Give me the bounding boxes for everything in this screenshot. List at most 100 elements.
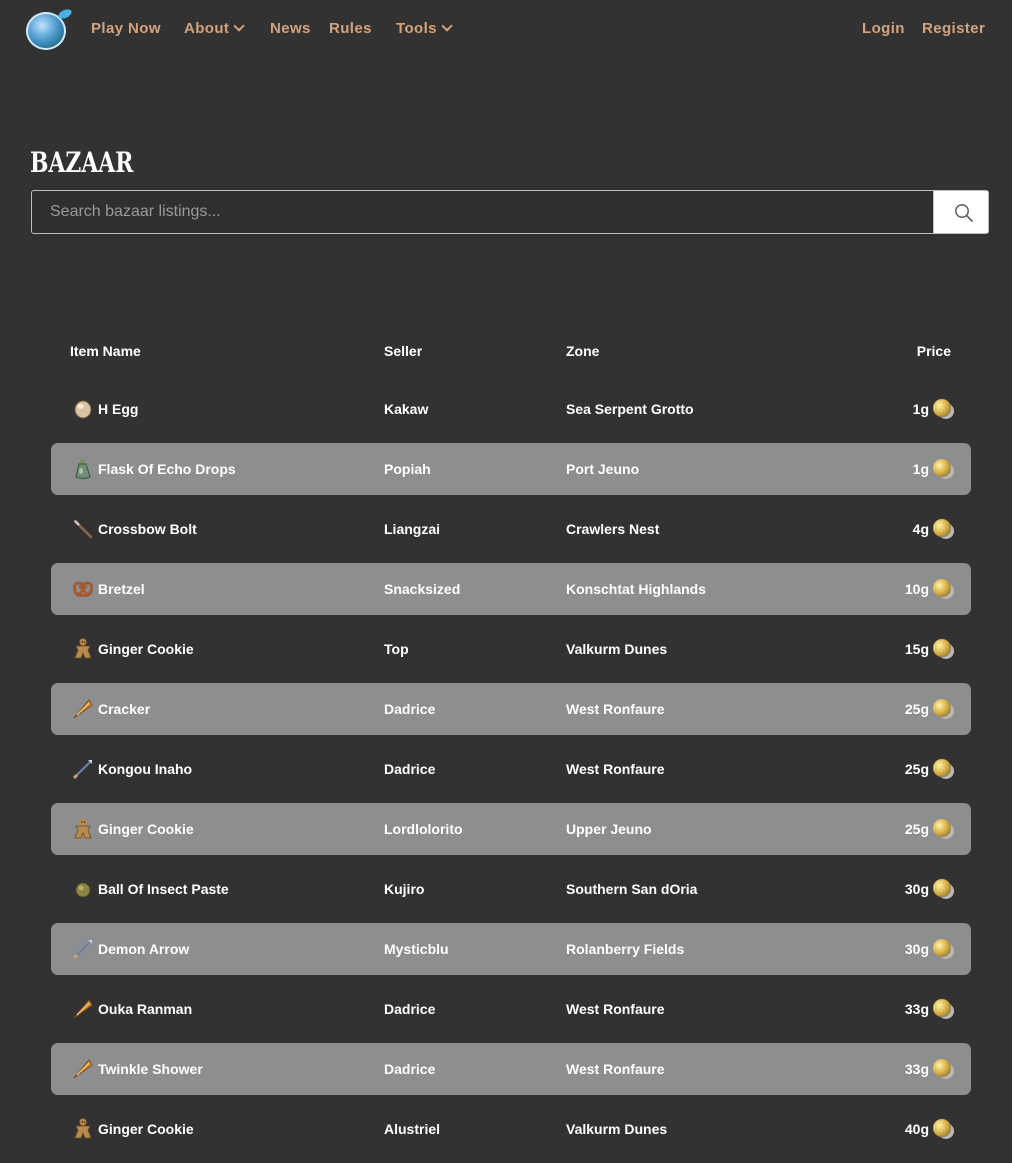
- table-row[interactable]: Kongou Inaho Dadrice West Ronfaure 25g: [51, 743, 971, 795]
- price-cell: 25g: [905, 743, 951, 795]
- gil-coin-icon: [933, 999, 951, 1018]
- price-cell: 1g: [913, 383, 951, 435]
- search-input[interactable]: [32, 191, 934, 233]
- zone-cell: West Ronfaure: [566, 1061, 665, 1077]
- arrow-icon: [71, 757, 95, 781]
- nav-tools-label: Tools: [396, 20, 437, 37]
- paste-icon: [71, 877, 95, 901]
- seller-cell: Top: [384, 641, 409, 657]
- zone-cell: Rolanberry Fields: [566, 941, 685, 957]
- nav-tools[interactable]: Tools: [396, 20, 453, 37]
- price-value: 4g: [912, 521, 929, 537]
- header-zone[interactable]: Zone: [566, 322, 599, 380]
- table-row[interactable]: Ginger Cookie Alustriel Valkurm Dunes 40g: [51, 1103, 971, 1155]
- table-row[interactable]: Flask Of Echo Drops Popiah Port Jeuno 1g: [51, 443, 971, 495]
- item-name-cell: Ginger Cookie: [98, 821, 194, 837]
- table-row[interactable]: H Egg Kakaw Sea Serpent Grotto 1g: [51, 383, 971, 435]
- nav-rules[interactable]: Rules: [329, 20, 372, 37]
- price-value: 33g: [904, 1001, 929, 1017]
- zone-cell: Sea Serpent Grotto: [566, 401, 694, 417]
- item-name-cell: Bretzel: [98, 581, 145, 597]
- zone-cell: Valkurm Dunes: [566, 641, 668, 657]
- register-link[interactable]: Register: [922, 20, 985, 37]
- seller-cell: Mysticblu: [384, 941, 449, 957]
- price-value: 15g: [904, 641, 929, 657]
- cracker-icon: [71, 697, 95, 721]
- nav-news[interactable]: News: [270, 20, 311, 37]
- seller-cell: Kakaw: [384, 401, 429, 417]
- price-value: 1g: [912, 461, 929, 477]
- price-cell: 33g: [905, 983, 951, 1035]
- login-link[interactable]: Login: [862, 20, 905, 37]
- item-name-cell: H Egg: [98, 401, 139, 417]
- chevron-down-icon: [441, 20, 453, 32]
- gil-coin-icon: [933, 699, 951, 718]
- cracker-icon: [71, 1057, 95, 1081]
- nav-about[interactable]: About: [184, 20, 245, 37]
- gil-coin-icon: [933, 579, 951, 598]
- zone-cell: Port Jeuno: [566, 461, 640, 477]
- price-value: 30g: [904, 881, 929, 897]
- header-seller[interactable]: Seller: [384, 322, 422, 380]
- table-row[interactable]: Ginger Cookie Lordlolorito Upper Jeuno 25g: [51, 803, 971, 855]
- table-row[interactable]: Bretzel Snacksized Konschtat Highlands 10g: [51, 563, 971, 615]
- price-cell: 10g: [905, 563, 951, 615]
- item-name-cell: Crossbow Bolt: [98, 521, 197, 537]
- price-value: 25g: [904, 701, 929, 717]
- table-row[interactable]: Ginger Cookie Top Valkurm Dunes 15g: [51, 623, 971, 675]
- seller-cell: Dadrice: [384, 1001, 436, 1017]
- table-row[interactable]: Crossbow Bolt Liangzai Crawlers Nest 4g: [51, 503, 971, 555]
- zone-cell: Valkurm Dunes: [566, 1121, 668, 1137]
- gil-coin-icon: [933, 639, 951, 658]
- search-icon: [955, 204, 973, 222]
- egg-icon: [71, 397, 95, 421]
- seller-cell: Dadrice: [384, 701, 436, 717]
- price-cell: 40g: [905, 1103, 951, 1155]
- table-row[interactable]: Demon Arrow Mysticblu Rolanberry Fields 30g: [51, 923, 971, 975]
- gil-coin-icon: [933, 939, 951, 958]
- page-title: BAZAAR: [30, 146, 134, 179]
- chevron-down-icon: [233, 20, 245, 32]
- cracker-icon: [71, 997, 95, 1021]
- zone-cell: Konschtat Highlands: [566, 581, 707, 597]
- price-cell: 33g: [905, 1043, 951, 1095]
- gil-coin-icon: [933, 819, 951, 838]
- seller-cell: Dadrice: [384, 761, 436, 777]
- header-price[interactable]: Price: [917, 322, 951, 380]
- item-name-cell: Kongou Inaho: [98, 761, 193, 777]
- cookie-icon: [71, 817, 95, 841]
- gil-coin-icon: [933, 399, 951, 418]
- search-button[interactable]: [933, 191, 988, 233]
- header-item-name[interactable]: Item Name: [70, 322, 141, 380]
- nav-rules-label: Rules: [329, 20, 372, 37]
- site-logo[interactable]: [26, 12, 66, 50]
- table-row[interactable]: Ouka Ranman Dadrice West Ronfaure 33g: [51, 983, 971, 1035]
- seller-cell: Dadrice: [384, 1061, 436, 1077]
- table-row[interactable]: Twinkle Shower Dadrice West Ronfaure 33g: [51, 1043, 971, 1095]
- nav-play-now[interactable]: Play Now: [91, 20, 161, 37]
- nav-play-now-label: Play Now: [91, 20, 161, 37]
- table-row[interactable]: Cracker Dadrice West Ronfaure 25g: [51, 683, 971, 735]
- flask-icon: [71, 457, 95, 481]
- seller-cell: Popiah: [384, 461, 431, 477]
- arrow-icon: [71, 937, 95, 961]
- price-cell: 30g: [905, 923, 951, 975]
- zone-cell: Crawlers Nest: [566, 521, 660, 537]
- price-value: 25g: [904, 761, 929, 777]
- zone-cell: Southern San dOria: [566, 881, 698, 897]
- zone-cell: West Ronfaure: [566, 1001, 665, 1017]
- table-header-row: Item Name Seller Zone Price: [51, 322, 971, 380]
- price-value: 30g: [904, 941, 929, 957]
- pretzel-icon: [71, 577, 95, 601]
- gil-coin-icon: [933, 1119, 951, 1138]
- search-bar: [31, 190, 989, 234]
- price-cell: 1g: [913, 443, 951, 495]
- top-navbar: Play Now About News Rules Tools Login Re…: [0, 0, 1012, 60]
- item-name-cell: Twinkle Shower: [98, 1061, 203, 1077]
- price-value: 33g: [904, 1061, 929, 1077]
- cookie-icon: [71, 637, 95, 661]
- item-name-cell: Demon Arrow: [98, 941, 190, 957]
- table-row[interactable]: Ball Of Insect Paste Kujiro Southern San d…: [51, 863, 971, 915]
- seller-cell: Lordlolorito: [384, 821, 463, 837]
- nav-about-label: About: [184, 20, 230, 37]
